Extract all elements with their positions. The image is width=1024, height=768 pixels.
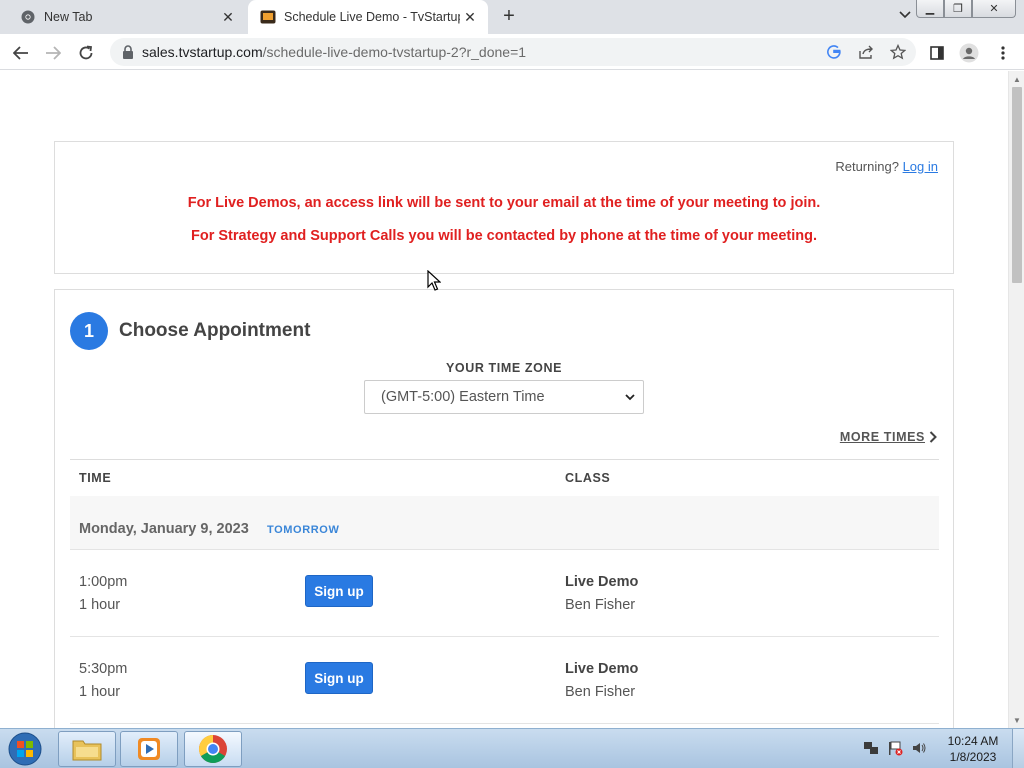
column-header-time: TIME: [79, 471, 112, 485]
slot-time: 5:30pm 1 hour: [79, 658, 127, 704]
timezone-select[interactable]: (GMT-5:00) Eastern Time: [364, 380, 644, 414]
slot-time: 1:00pm 1 hour: [79, 571, 127, 617]
more-times-link[interactable]: MORE TIMES: [840, 430, 937, 444]
class-name: Live Demo: [565, 661, 639, 677]
class-name: Live Demo: [565, 574, 639, 590]
tab-close-icon[interactable]: ✕: [460, 7, 480, 27]
browser-tabstrip: New Tab ✕ Schedule Live Demo - TvStartup…: [0, 0, 1024, 34]
sign-up-button[interactable]: Sign up: [305, 662, 373, 694]
google-lens-g-icon[interactable]: [824, 42, 844, 62]
bookmark-star-icon[interactable]: [888, 42, 908, 62]
live-demo-notice: For Live Demos, an access link will be s…: [187, 195, 821, 211]
taskbar-media-player[interactable]: [120, 731, 178, 767]
column-header-class: CLASS: [565, 471, 611, 485]
start-button[interactable]: [4, 731, 46, 767]
new-tab-plus-icon[interactable]: +: [498, 6, 520, 28]
table-row: 5:30pm 1 hour Sign up Live Demo Ben Fish…: [70, 637, 939, 724]
tab-close-icon[interactable]: ✕: [218, 7, 238, 27]
page-viewport: Returning? Log in For Live Demos, an acc…: [0, 71, 1008, 728]
action-center-flag-icon[interactable]: [886, 739, 904, 757]
taskbar-file-explorer[interactable]: [58, 731, 116, 767]
clock-date: 1/8/2023: [949, 750, 997, 764]
url-host: sales.tvstartup.com: [142, 44, 263, 60]
taskbar-chrome[interactable]: [184, 731, 242, 767]
window-close-icon[interactable]: ✕: [972, 0, 1016, 18]
section-title: Choose Appointment: [119, 320, 311, 341]
tab-search-chevron-icon[interactable]: [896, 8, 914, 26]
timezone-selected-value: (GMT-5:00) Eastern Time: [381, 389, 545, 405]
slot-duration: 1 hour: [79, 684, 121, 700]
chrome-icon: [20, 9, 36, 25]
slot-start-time: 1:00pm: [79, 574, 128, 590]
notice-panel: Returning? Log in For Live Demos, an acc…: [54, 141, 954, 274]
choose-appointment-panel: 1 Choose Appointment YOUR TIME ZONE (GMT…: [54, 289, 954, 728]
share-icon[interactable]: [856, 42, 876, 62]
system-tray: [862, 739, 928, 757]
show-desktop-button[interactable]: [1012, 729, 1024, 768]
scrollbar-thumb[interactable]: [1012, 87, 1022, 283]
timezone-label: YOUR TIME ZONE: [445, 361, 563, 375]
slot-duration: 1 hour: [79, 597, 121, 613]
address-bar[interactable]: sales.tvstartup.com/schedule-live-demo-t…: [110, 38, 916, 66]
chevron-down-icon: [623, 390, 637, 404]
chrome-icon: [199, 735, 227, 763]
mouse-pointer-icon: [427, 270, 441, 291]
page-scrollbar[interactable]: ▲ ▼: [1008, 71, 1024, 728]
scroll-up-arrow-icon[interactable]: ▲: [1009, 71, 1024, 87]
instructor-name: Ben Fisher: [565, 597, 636, 613]
slot-class: Live Demo Ben Fisher: [565, 658, 638, 704]
tab-new-tab[interactable]: New Tab ✕: [8, 0, 246, 34]
tab-title: Schedule Live Demo - TvStartup: [284, 10, 460, 24]
step-number-badge: 1: [70, 312, 108, 350]
back-arrow-icon[interactable]: [10, 42, 32, 64]
table-row: 1:00pm 1 hour Sign up Live Demo Ben Fish…: [70, 550, 939, 637]
tab-title: New Tab: [44, 10, 93, 24]
tomorrow-badge: TOMORROW: [267, 524, 340, 536]
forward-arrow-icon[interactable]: [42, 42, 64, 64]
minimize-icon[interactable]: ▁: [916, 0, 944, 18]
date-label: Monday, January 9, 2023: [79, 521, 249, 537]
table-header: TIME CLASS: [70, 459, 939, 496]
url-path: /schedule-live-demo-tvstartup-2?r_done=1: [262, 44, 527, 60]
appointments-table: TIME CLASS Monday, January 9, 2023 TOMOR…: [70, 459, 939, 724]
more-times-label: MORE TIMES: [839, 430, 925, 444]
volume-speaker-icon[interactable]: [910, 739, 928, 757]
taskbar-clock[interactable]: 10:24 AM 1/8/2023: [940, 733, 1006, 765]
chevron-right-icon: [929, 431, 937, 443]
strategy-calls-notice: For Strategy and Support Calls you will …: [191, 228, 817, 244]
returning-prompt: Returning? Log in: [835, 159, 938, 174]
login-link[interactable]: Log in: [903, 159, 938, 174]
clock-time: 10:24 AM: [947, 734, 999, 748]
browser-toolbar: sales.tvstartup.com/schedule-live-demo-t…: [0, 34, 1024, 70]
windows-logo-icon: [8, 732, 42, 766]
restore-icon[interactable]: ❐: [944, 0, 972, 18]
scroll-down-arrow-icon[interactable]: ▼: [1009, 712, 1024, 728]
date-group-header: Monday, January 9, 2023 TOMORROW: [70, 496, 939, 550]
window-controls: ▁ ❐ ✕: [916, 0, 1016, 18]
profile-avatar-icon[interactable]: [958, 42, 980, 64]
url-text: sales.tvstartup.com/schedule-live-demo-t…: [142, 44, 526, 60]
returning-text: Returning?: [835, 159, 899, 174]
network-icon[interactable]: [862, 739, 880, 757]
instructor-name: Ben Fisher: [565, 684, 636, 700]
lock-icon[interactable]: [122, 45, 134, 59]
windows-taskbar: 10:24 AM 1/8/2023: [0, 728, 1024, 768]
side-panel-icon[interactable]: [926, 42, 948, 64]
sign-up-button[interactable]: Sign up: [305, 575, 373, 607]
media-player-icon: [138, 738, 160, 760]
tab-schedule-live-demo[interactable]: Schedule Live Demo - TvStartup ✕: [248, 0, 488, 34]
more-menu-icon[interactable]: [992, 42, 1014, 64]
slot-class: Live Demo Ben Fisher: [565, 571, 638, 617]
slot-start-time: 5:30pm: [79, 661, 128, 677]
folder-icon: [72, 740, 102, 761]
reload-icon[interactable]: [75, 42, 97, 64]
tvstartup-favicon-icon: [260, 9, 276, 25]
